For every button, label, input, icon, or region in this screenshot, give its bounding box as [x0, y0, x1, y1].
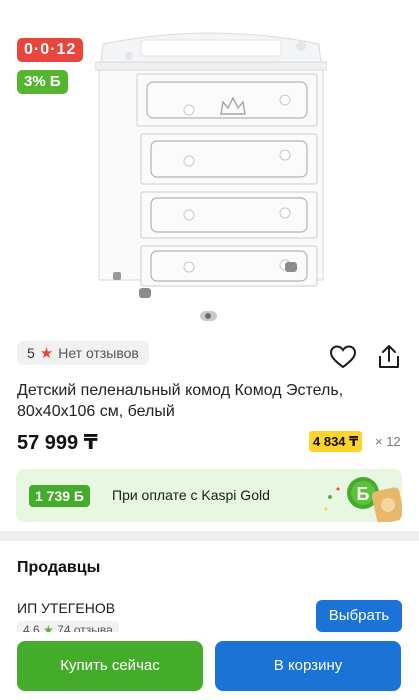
- bonus-badge: 3% Б: [17, 70, 68, 94]
- buy-now-button[interactable]: Купить сейчас: [17, 641, 203, 691]
- svg-text:Б: Б: [357, 484, 370, 504]
- gold-bonus-badge: 1 739 Б: [29, 485, 90, 507]
- rating-score: 5: [27, 345, 35, 361]
- add-to-cart-button[interactable]: В корзину: [215, 641, 401, 691]
- product-price: 57 999 ₸: [17, 432, 98, 454]
- seller-name[interactable]: ИП УТЕГЕНОВ: [17, 600, 115, 616]
- installment-monthly: 4 834 ₸: [309, 431, 363, 452]
- share-icon[interactable]: [375, 344, 403, 370]
- product-image: [95, 32, 327, 298]
- sellers-title: Продавцы: [17, 559, 101, 576]
- kaspi-bonus-icon: Б: [324, 477, 402, 522]
- rating-chip[interactable]: 5 ★ Нет отзывов: [17, 341, 149, 365]
- section-divider: [0, 531, 419, 541]
- reviews-text: Нет отзывов: [58, 345, 139, 361]
- gold-banner-text: При оплате с Kaspi Gold: [112, 487, 270, 503]
- bottom-action-bar: Купить сейчас В корзину: [0, 632, 419, 700]
- installment-multiplier: × 12: [375, 434, 401, 449]
- kaspi-gold-banner[interactable]: 1 739 Б При оплате с Kaspi Gold Б: [16, 469, 402, 522]
- product-title: Детский пеленальный комод Комод Эстель, …: [17, 382, 344, 420]
- star-icon: ★: [39, 344, 54, 362]
- product-image-gallery[interactable]: 0·0·12 3% Б: [0, 0, 419, 330]
- installment-badge: 0·0·12: [17, 38, 84, 62]
- pagination-dot-icon[interactable]: [200, 311, 217, 321]
- choose-seller-button[interactable]: Выбрать: [316, 600, 402, 632]
- heart-icon[interactable]: [329, 344, 357, 370]
